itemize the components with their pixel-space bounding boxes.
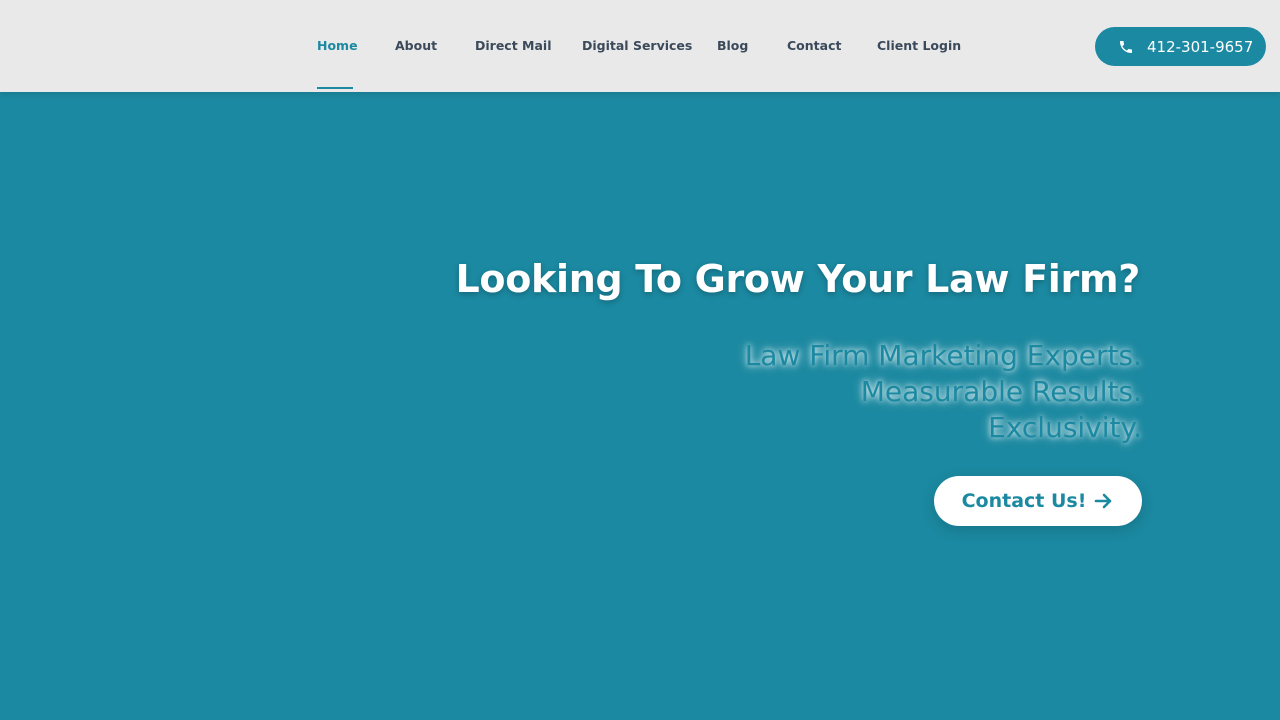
site-header: Home About Direct Mail Digital Services … — [0, 0, 1280, 92]
hero-tagline: Law Firm Marketing Experts. Measurable R… — [745, 338, 1142, 446]
nav-item-about[interactable]: About — [395, 38, 437, 54]
nav-item-client-login[interactable]: Client Login — [877, 38, 961, 54]
nav-item-contact[interactable]: Contact — [787, 38, 841, 54]
phone-button[interactable]: 412-301-9657 — [1095, 27, 1266, 66]
phone-icon — [1118, 39, 1134, 55]
tagline-line: Law Firm Marketing Experts. — [744, 339, 1142, 372]
nav-item-digital-services[interactable]: Digital Services — [582, 38, 692, 54]
nav-item-direct-mail[interactable]: Direct Mail — [475, 38, 551, 54]
active-nav-indicator — [317, 87, 353, 89]
phone-number: 412-301-9657 — [1147, 37, 1254, 56]
tagline-line: Exclusivity. — [988, 411, 1142, 444]
contact-us-label: Contact Us! — [961, 490, 1087, 512]
arrow-right-icon — [1094, 492, 1114, 510]
contact-us-button[interactable]: Contact Us! — [934, 476, 1142, 526]
hero-headline: Looking To Grow Your Law Firm? — [455, 257, 1140, 301]
nav-item-home[interactable]: Home — [317, 38, 358, 54]
tagline-line: Measurable Results. — [860, 375, 1142, 408]
main-nav: Home About Direct Mail Digital Services … — [0, 0, 1280, 92]
nav-item-blog[interactable]: Blog — [717, 38, 748, 54]
